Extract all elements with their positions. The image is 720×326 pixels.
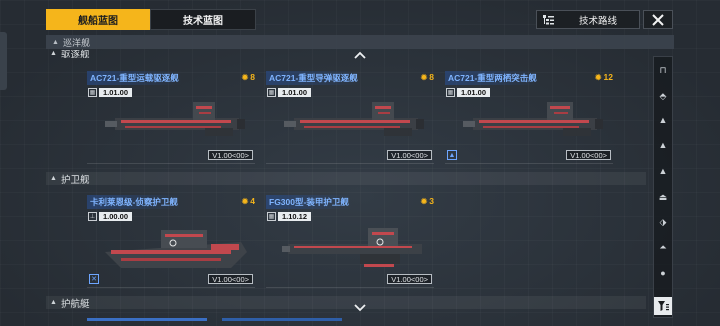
section-escort[interactable]: ▲ 护航艇	[46, 296, 646, 310]
ship-name: AC721-重型运载驱逐舰	[87, 71, 182, 85]
stat-row: ▦ 1.10.12	[267, 211, 312, 221]
stat-row: ▦ 1.01.00	[267, 87, 312, 97]
class-filter-sidebar: ⊓ ⬘ ▲ ▲ ▲ ⏏ ⬗ ⏶ ●	[653, 56, 673, 318]
stat-value: 1.01.00	[278, 87, 312, 97]
frigate-class-icon[interactable]: ⊓	[654, 61, 672, 79]
auxiliary-class-icon[interactable]: ⏏	[654, 188, 672, 206]
category-label: 巡洋舰	[62, 37, 90, 48]
tag-icon: ▲	[447, 150, 457, 160]
ship-model-image	[105, 102, 245, 136]
tree-icon	[543, 14, 557, 25]
ship-card[interactable]: FG300型-装甲护卫舰 ✹ 3 ▦ 1.10.12 V1.00<00>	[266, 195, 434, 288]
filter-icon	[658, 301, 669, 311]
capital-class-icon[interactable]: ●	[654, 264, 672, 282]
section-label: 驱逐舰	[60, 49, 90, 59]
section-destroyer[interactable]: ▲ 驱逐舰	[46, 49, 646, 59]
version-label: V1.00<00>	[566, 150, 611, 160]
grid-icon: ▦	[267, 211, 276, 221]
grid-icon: ▦	[88, 87, 97, 97]
cost-badge: ✹ 4	[241, 196, 255, 206]
ship-card[interactable]: 卡利莱恩级-侦察护卫舰 ✹ 4 ⊥ 1.00.00 ✕ V1.00<00>	[87, 195, 255, 288]
ship-model-image	[463, 102, 603, 136]
escort-section-icon: ▲	[50, 299, 57, 306]
version-label: V1.00<00>	[387, 274, 432, 284]
carrier-class-icon[interactable]: ▲	[654, 162, 672, 180]
anchor-icon: ⊥	[88, 211, 97, 221]
ship-name: AC721-重型导弹驱逐舰	[266, 71, 361, 85]
stat-value: 1.00.00	[99, 211, 133, 221]
tech-route-label: 技术路线	[579, 15, 618, 27]
ship-name: AC721-重型两栖突击舰	[445, 71, 540, 85]
cost-badge: ✹ 3	[420, 196, 434, 206]
version-label: V1.00<00>	[387, 150, 432, 160]
corvette-class-icon[interactable]: ⏶	[654, 238, 672, 256]
gear-icon: ✹	[241, 196, 249, 206]
grid-icon: ▦	[446, 87, 455, 97]
destroyer-section-icon: ▲	[50, 50, 57, 57]
scroll-indicator	[222, 318, 342, 321]
close-button[interactable]	[643, 10, 673, 29]
ship-card[interactable]: AC721-重型导弹驱逐舰 ✹ 8 ▦ 1.01.00 V1.00<00>	[266, 71, 434, 164]
tech-route-button[interactable]: 技术路线	[536, 10, 640, 29]
stat-value: 1.10.12	[278, 211, 312, 221]
stat-row: ▦ 1.01.00	[88, 87, 133, 97]
version-label: V1.00<00>	[208, 274, 253, 284]
ship-model-image	[105, 230, 247, 268]
tab-ship-blueprint[interactable]: 舰船蓝图	[46, 9, 150, 30]
gear-icon: ✹	[420, 72, 428, 82]
cost-badge: ✹ 8	[241, 72, 255, 82]
tab-tech-blueprint[interactable]: 技术蓝图	[150, 9, 256, 30]
stat-value: 1.01.00	[457, 87, 491, 97]
ship-card[interactable]: AC721-重型运载驱逐舰 ✹ 8 ▦ 1.01.00 V1.00<00>	[87, 71, 255, 164]
section-label: 护卫舰	[60, 174, 90, 186]
gear-icon: ✹	[594, 72, 602, 82]
frigate-section-icon: ▲	[50, 175, 57, 182]
cruiser-icon: ▲	[52, 38, 59, 46]
tag-icon: ✕	[89, 274, 99, 284]
battlecruiser-class-icon[interactable]: ▲	[654, 136, 672, 154]
cost-badge: ✹ 8	[420, 72, 434, 82]
ship-model-image	[282, 228, 422, 267]
left-drawer-handle[interactable]	[0, 32, 7, 90]
stat-value: 1.01.00	[99, 87, 133, 97]
blueprint-tabs: 舰船蓝图 技术蓝图	[46, 9, 256, 30]
ship-card[interactable]: AC721-重型两栖突击舰 ✹ 12 ▦ 1.01.00 ▲ V1.00<00>	[445, 71, 613, 164]
section-frigate[interactable]: ▲ 护卫舰	[46, 172, 646, 186]
grid-icon: ▦	[267, 87, 276, 97]
cruiser-class-icon[interactable]: ▲	[654, 111, 672, 129]
scroll-indicator	[87, 318, 207, 321]
gear-icon: ✹	[420, 196, 428, 206]
gear-icon: ✹	[241, 72, 249, 82]
stat-row: ⊥ 1.00.00	[88, 211, 133, 221]
filter-button[interactable]	[654, 297, 672, 315]
version-label: V1.00<00>	[208, 150, 253, 160]
scroll-down-icon[interactable]	[353, 304, 367, 312]
destroyer-class-icon[interactable]: ⬘	[654, 87, 672, 105]
close-icon	[652, 13, 664, 26]
cost-badge: ✹ 12	[594, 72, 613, 82]
ship-name: 卡利莱恩级-侦察护卫舰	[87, 195, 181, 209]
ship-name: FG300型-装甲护卫舰	[266, 195, 352, 209]
escort-class-icon[interactable]: ⬗	[654, 213, 672, 231]
category-header[interactable]: ▲ 巡洋舰	[46, 35, 674, 49]
stat-row: ▦ 1.01.00	[446, 87, 491, 97]
ship-model-image	[284, 102, 424, 136]
section-label: 护航艇	[60, 298, 90, 310]
